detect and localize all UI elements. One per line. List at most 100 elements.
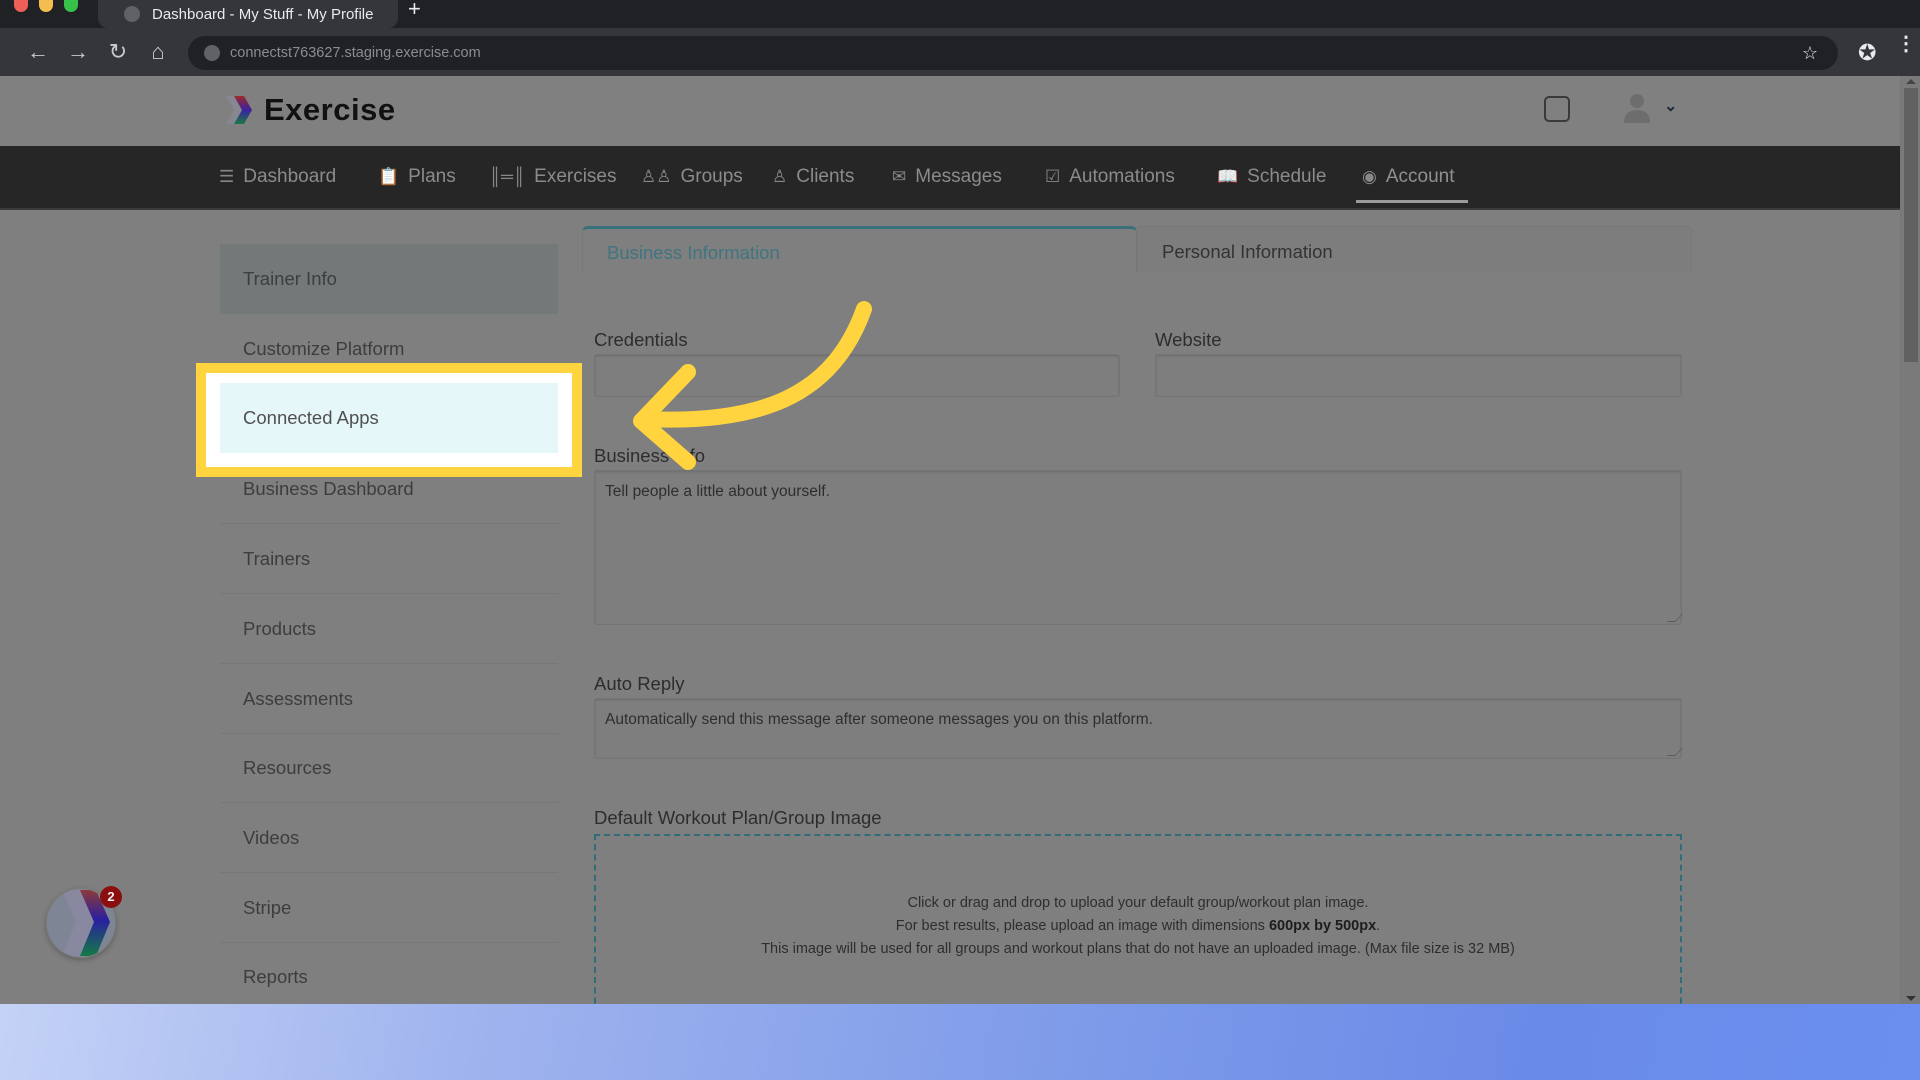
credentials-label: Credentials <box>594 329 688 350</box>
nav-plans[interactable]: 📋 Plans <box>378 146 456 208</box>
sidebar-item-business-dashboard[interactable]: Business Dashboard <box>220 454 558 524</box>
upload-hint-text: For best results, please upload an image… <box>895 918 1269 934</box>
bookmark-star-icon[interactable]: ☆ <box>1802 43 1818 64</box>
address-bar[interactable]: connectst763627.staging.exercise.com ☆ <box>188 36 1838 70</box>
active-nav-indicator <box>1356 200 1468 203</box>
sidebar-item-label: Connected Apps <box>243 407 379 428</box>
tab-personal-information[interactable]: Personal Information <box>1137 226 1692 272</box>
upload-instructions: Click or drag and drop to upload your de… <box>907 895 1369 911</box>
user-avatar-icon[interactable] <box>1622 91 1652 125</box>
window-controls <box>0 0 96 28</box>
tab-business-information[interactable]: Business Information <box>582 226 1137 272</box>
clipboard-icon: 📋 <box>378 167 400 186</box>
nav-account[interactable]: ◉ Account <box>1362 146 1455 208</box>
sidebar-item-label: Trainers <box>243 547 311 569</box>
extensions-puzzle-icon[interactable]: ✪ <box>1858 40 1876 66</box>
app-header: Exercise ⌄ <box>0 76 1900 146</box>
list-icon: ☰ <box>219 167 235 186</box>
auto-reply-placeholder: Automatically send this message after so… <box>605 711 1153 728</box>
brand-name: Exercise <box>264 92 396 127</box>
page: Exercise ⌄ ☰ Dashboard 📋 Plans ║═║ Exerc… <box>0 76 1900 1004</box>
new-tab-button[interactable]: + <box>408 0 421 20</box>
nav-automations[interactable]: ☑ Automations <box>1045 146 1175 208</box>
maximize-window-button[interactable] <box>64 0 78 12</box>
globe-icon <box>124 6 140 22</box>
sidebar-item-label: Stripe <box>243 896 292 918</box>
sidebar-item-connected-apps[interactable]: Connected Apps <box>220 383 558 453</box>
sidebar-item-stripe[interactable]: Stripe <box>220 873 558 943</box>
website-label: Website <box>1155 329 1222 350</box>
brand-logo[interactable]: Exercise <box>222 92 396 128</box>
site-info-icon[interactable] <box>204 45 220 61</box>
page-scrollbar[interactable] <box>1900 76 1920 1004</box>
sidebar-item-trainer-info[interactable]: Trainer Info <box>220 244 558 314</box>
nav-label: Dashboard <box>243 166 337 187</box>
reload-icon[interactable]: ↻ <box>104 38 132 66</box>
forward-arrow-icon[interactable]: → <box>64 38 92 66</box>
main-navigation: ☰ Dashboard 📋 Plans ║═║ Exercises ♙♙ Gro… <box>0 146 1900 210</box>
url-text[interactable]: connectst763627.staging.exercise.com <box>230 45 481 61</box>
sidebar-item-label: Reports <box>243 965 308 987</box>
nav-label: Plans <box>408 166 456 187</box>
scroll-up-arrow-icon[interactable] <box>1906 79 1916 84</box>
window-toggle-button[interactable] <box>1544 96 1570 122</box>
browser-tab-title: Dashboard - My Stuff - My Profile <box>152 5 374 23</box>
book-icon: 📖 <box>1217 167 1239 186</box>
upload-dimensions-hint: For best results, please upload an image… <box>596 915 1680 938</box>
nav-label: Clients <box>796 166 855 187</box>
nav-messages[interactable]: ✉ Messages <box>892 146 1002 208</box>
image-upload-dropzone[interactable]: Click or drag and drop to upload your de… <box>594 834 1682 1004</box>
browser-tab[interactable]: Dashboard - My Stuff - My Profile <box>98 0 398 28</box>
sidebar-item-label: Videos <box>243 826 300 848</box>
browser-menu-icon[interactable]: ⋮ <box>1896 34 1916 54</box>
minimize-window-button[interactable] <box>39 0 53 12</box>
logo-mark-icon <box>226 96 252 124</box>
resize-handle-icon[interactable] <box>1667 748 1683 756</box>
credentials-input[interactable] <box>594 354 1120 397</box>
sidebar-item-label: Trainer Info <box>243 268 337 289</box>
user-icon: ♙ <box>772 167 788 186</box>
sidebar-item-label: Products <box>243 617 317 639</box>
back-arrow-icon[interactable]: ← <box>24 38 52 66</box>
sidebar-item-label: Business Dashboard <box>243 477 414 499</box>
home-icon[interactable]: ⌂ <box>144 38 172 66</box>
chevron-down-icon[interactable]: ⌄ <box>1664 96 1677 116</box>
upload-dimensions: 600px by 500px <box>1268 918 1377 934</box>
business-info-textarea[interactable]: Tell people a little about yourself. <box>594 470 1683 625</box>
sidebar-item-label: Assessments <box>243 687 354 709</box>
nav-dashboard[interactable]: ☰ Dashboard <box>219 146 336 208</box>
auto-reply-textarea[interactable]: Automatically send this message after so… <box>594 698 1683 759</box>
scroll-down-arrow-icon[interactable] <box>1906 996 1916 1001</box>
profile-tabs: Business Information Personal Informatio… <box>582 226 1692 272</box>
sidebar-item-videos[interactable]: Videos <box>220 803 558 873</box>
sidebar-item-resources[interactable]: Resources <box>220 733 558 803</box>
dumbbell-icon: ║═║ <box>489 167 526 186</box>
users-icon: ♙♙ <box>641 167 672 186</box>
user-circle-icon: ◉ <box>1362 167 1377 186</box>
nav-label: Schedule <box>1247 166 1327 187</box>
nav-clients[interactable]: ♙ Clients <box>772 146 854 208</box>
nav-label: Account <box>1385 166 1455 187</box>
business-info-label: Business Info <box>594 445 706 466</box>
website-input[interactable] <box>1155 354 1682 397</box>
sidebar-item-products[interactable]: Products <box>220 594 558 664</box>
close-window-button[interactable] <box>14 0 28 12</box>
scrollbar-thumb[interactable] <box>1904 88 1918 362</box>
sidebar-item-reports[interactable]: Reports <box>220 942 558 1004</box>
business-info-placeholder: Tell people a little about yourself. <box>605 483 830 500</box>
resize-handle-icon[interactable] <box>1667 614 1683 622</box>
auto-reply-label: Auto Reply <box>594 673 685 694</box>
nav-label: Automations <box>1069 166 1175 187</box>
nav-schedule[interactable]: 📖 Schedule <box>1217 146 1326 208</box>
nav-exercises[interactable]: ║═║ Exercises <box>489 146 617 208</box>
sidebar-item-trainers[interactable]: Trainers <box>220 524 558 594</box>
nav-groups[interactable]: ♙♙ Groups <box>641 146 743 208</box>
checkbox-icon: ☑ <box>1045 167 1061 186</box>
upload-hint-suffix: . <box>1376 918 1381 934</box>
sidebar-item-assessments[interactable]: Assessments <box>220 664 558 734</box>
notification-count-badge: 2 <box>100 886 122 908</box>
upload-usage-note: This image will be used for all groups a… <box>761 941 1515 957</box>
nav-label: Messages <box>915 166 1002 187</box>
browser-tab-strip: Dashboard - My Stuff - My Profile + <box>0 0 1920 28</box>
nav-label: Exercises <box>534 166 617 187</box>
